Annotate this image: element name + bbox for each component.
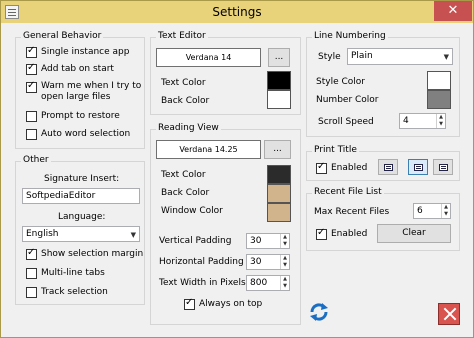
other-group: Other Signature Insert: SoftpediaEditor … — [15, 155, 145, 305]
reading-view-font-button[interactable]: ... — [264, 140, 291, 159]
warn-large-files-checkbox[interactable] — [26, 80, 37, 93]
add-tab-checkbox[interactable] — [26, 62, 37, 75]
reading-view-text-color-swatch[interactable] — [267, 165, 291, 184]
print-title-label: Print Title — [312, 145, 359, 155]
print-title-group: Print Title Enabled — [306, 145, 460, 181]
vertical-padding-value: 30 — [250, 236, 262, 246]
style-select[interactable]: Plain ▼ — [347, 48, 453, 65]
signature-insert-label: Signature Insert: — [44, 174, 120, 184]
reading-view-back-color-label: Back Color — [161, 188, 210, 198]
spinner-arrows-icon[interactable]: ▲ ▼ — [436, 114, 445, 128]
auto-word-selection-label: Auto word selection — [41, 129, 131, 139]
text-editor-group: Text Editor Verdana 14 ... Text Color Ba… — [150, 31, 301, 115]
track-selection-label: Track selection — [41, 287, 108, 297]
align-left-lines-icon — [386, 166, 391, 167]
align-right-button[interactable] — [433, 159, 453, 175]
align-right-lines-icon — [441, 166, 446, 167]
scroll-speed-value: 4 — [403, 116, 409, 126]
horizontal-padding-label: Horizontal Padding — [159, 257, 244, 267]
single-instance-checkbox[interactable] — [26, 45, 37, 58]
style-color-label: Style Color — [316, 77, 365, 87]
prompt-restore-checkbox[interactable] — [26, 111, 37, 122]
spinner-arrows-icon[interactable]: ▲ ▼ — [280, 276, 289, 290]
multi-line-tabs-checkbox[interactable] — [26, 268, 37, 279]
warn-large-files-label-2: open large files — [41, 92, 111, 102]
title-bar[interactable]: Settings ✕ — [1, 1, 473, 23]
auto-word-selection-checkbox[interactable] — [26, 129, 37, 140]
add-tab-label: Add tab on start — [41, 64, 114, 74]
refresh-icon[interactable] — [308, 301, 330, 323]
text-editor-text-color-swatch[interactable] — [267, 71, 291, 90]
signature-input[interactable]: SoftpediaEditor — [22, 188, 140, 204]
text-width-spinner[interactable]: 800 ▲ ▼ — [246, 275, 290, 291]
settings-window: Settings ✕ General Behavior Single insta… — [0, 0, 474, 338]
text-editor-text-color-label: Text Color — [161, 78, 206, 88]
window-title: Settings — [212, 5, 262, 19]
vertical-padding-label: Vertical Padding — [159, 236, 232, 246]
general-behavior-group: General Behavior Single instance app Add… — [15, 31, 145, 149]
reading-view-group: Reading View Verdana 14.25 ... Text Colo… — [150, 123, 301, 325]
warn-large-files-label: Warn me when I try to — [41, 81, 142, 91]
chevron-down-icon: ▼ — [130, 231, 136, 239]
track-selection-checkbox[interactable] — [26, 287, 37, 298]
text-editor-back-color-swatch[interactable] — [267, 90, 291, 109]
spinner-arrows-icon[interactable]: ▲ ▼ — [280, 255, 289, 269]
multi-line-tabs-label: Multi-line tabs — [41, 268, 105, 278]
text-width-label: Text Width in Pixels — [159, 278, 246, 288]
text-editor-font-display: Verdana 14 — [156, 48, 261, 67]
always-on-top-label: Always on top — [199, 299, 263, 309]
close-icon[interactable] — [438, 303, 460, 325]
print-title-enabled-label: Enabled — [331, 163, 368, 173]
vertical-padding-spinner[interactable]: 30 ▲ ▼ — [246, 233, 290, 249]
style-value: Plain — [351, 51, 373, 61]
clear-button[interactable]: Clear — [377, 224, 451, 243]
recent-file-list-group: Recent File List Max Recent Files 6 ▲▼ E… — [306, 187, 460, 251]
reading-view-back-color-swatch[interactable] — [267, 184, 291, 203]
style-color-swatch[interactable] — [427, 71, 451, 90]
reading-view-window-color-swatch[interactable] — [267, 203, 291, 222]
always-on-top-checkbox[interactable] — [184, 297, 195, 310]
language-select[interactable]: English ▼ — [22, 226, 140, 242]
align-left-button[interactable] — [378, 159, 398, 175]
language-label: Language: — [58, 212, 106, 222]
align-center-button[interactable] — [408, 159, 428, 175]
language-value: English — [26, 229, 59, 239]
other-label: Other — [21, 155, 51, 165]
recent-files-enabled-label: Enabled — [331, 229, 368, 239]
horizontal-padding-spinner[interactable]: 30 ▲ ▼ — [246, 254, 290, 270]
max-recent-files-label: Max Recent Files — [314, 207, 390, 217]
align-center-lines-icon — [416, 166, 421, 167]
max-recent-files-spinner[interactable]: 6 ▲ ▼ — [413, 203, 451, 219]
window-close-icon[interactable]: ✕ — [434, 1, 472, 21]
text-editor-font-button[interactable]: ... — [268, 48, 290, 67]
text-width-value: 800 — [250, 278, 268, 288]
prompt-restore-label: Prompt to restore — [41, 111, 120, 121]
show-selection-margin-label: Show selection margin — [41, 249, 144, 259]
reading-view-label: Reading View — [156, 123, 221, 133]
show-selection-margin-checkbox[interactable] — [26, 247, 37, 260]
line-numbering-label: Line Numbering — [312, 31, 388, 41]
reading-view-font-display: Verdana 14.25 — [156, 140, 261, 159]
recent-files-enabled-checkbox[interactable] — [316, 227, 327, 240]
print-title-enabled-checkbox[interactable] — [316, 161, 327, 174]
text-editor-back-color-label: Back Color — [161, 96, 210, 106]
scroll-speed-spinner[interactable]: 4 ▲ ▼ — [399, 113, 446, 129]
chevron-down-icon: ▼ — [443, 53, 449, 61]
text-editor-label: Text Editor — [156, 31, 208, 41]
line-numbering-group: Line Numbering Style Plain ▼ Style Color… — [306, 31, 460, 137]
max-recent-files-value: 6 — [417, 206, 423, 216]
number-color-swatch[interactable] — [427, 90, 451, 109]
reading-view-text-color-label: Text Color — [161, 170, 206, 180]
number-color-label: Number Color — [316, 95, 379, 105]
spinner-arrows-icon[interactable]: ▲ ▼ — [280, 234, 289, 248]
general-behavior-label: General Behavior — [21, 31, 104, 41]
single-instance-label: Single instance app — [41, 47, 130, 57]
horizontal-padding-value: 30 — [250, 257, 262, 267]
recent-file-list-label: Recent File List — [312, 187, 384, 197]
spinner-arrows-icon[interactable]: ▲ ▼ — [441, 204, 450, 218]
scroll-speed-label: Scroll Speed — [318, 117, 374, 127]
reading-view-window-color-label: Window Color — [161, 206, 223, 216]
style-label: Style — [318, 52, 341, 62]
